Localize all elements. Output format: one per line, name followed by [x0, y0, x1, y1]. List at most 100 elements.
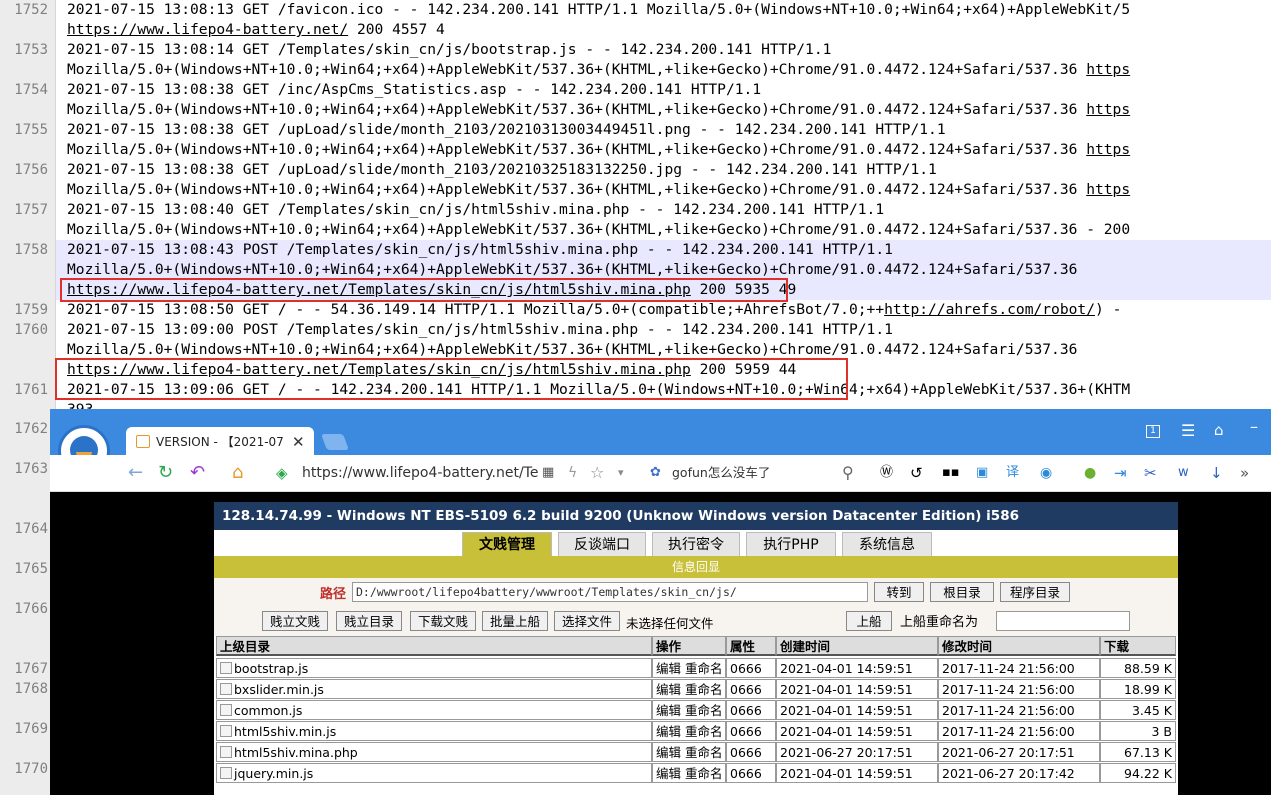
cell-text: 2021-06-27 20:17:51 [942, 745, 1075, 760]
cell-name[interactable]: html5shiv.min.js [216, 721, 652, 741]
cell-ops[interactable]: 编辑 重命名 [652, 658, 726, 678]
download-file-button[interactable]: 下载文贱 [410, 611, 476, 631]
menu-icon[interactable]: ☰ [1181, 421, 1195, 440]
flash-icon[interactable]: ϟ [568, 455, 577, 491]
new-tab-button[interactable] [321, 434, 349, 450]
cell-text: html5shiv.mina.php [234, 745, 358, 760]
cell-text: 2017-11-24 21:56:00 [942, 703, 1075, 718]
log-link[interactable]: https [1086, 61, 1130, 78]
dropdown-icon[interactable]: ▾ [618, 455, 624, 491]
cell-ops[interactable]: 编辑 重命名 [652, 679, 726, 699]
address-bar[interactable]: https://www.lifepo4-battery.net/Te [302, 455, 538, 491]
ext-glasses-icon[interactable]: ▪▪ [942, 455, 960, 491]
home-icon[interactable]: ⌂ [232, 455, 243, 491]
cell-ops[interactable]: 编辑 重命名 [652, 742, 726, 762]
log-link[interactable]: https://www.lifepo4-battery.net/ [67, 21, 348, 38]
cell-text: jquery.min.js [234, 766, 314, 781]
tab-close-icon[interactable]: ✕ [292, 427, 305, 457]
root-dir-button[interactable]: 根目录 [930, 582, 994, 602]
cell-size: 67.13 K [1100, 742, 1176, 762]
ext-scissors-icon[interactable]: ✂ [1144, 455, 1157, 491]
search-icon[interactable]: ⚲ [842, 455, 854, 491]
cell-text: 2021-04-01 14:59:51 [780, 766, 913, 781]
ext-sync-icon[interactable]: ↺ [910, 455, 923, 491]
file-checkbox[interactable] [220, 683, 232, 695]
ext-word-icon[interactable]: w [1178, 455, 1189, 491]
tab-exec-php[interactable]: 执行PHP [746, 532, 836, 557]
shell-tabs: 文贱管理 反谈端口 执行密令 执行PHP 系统信息 [214, 530, 1178, 557]
column-header: 操作 [652, 636, 726, 656]
refresh-icon[interactable]: ↻ [158, 455, 173, 491]
program-dir-button[interactable]: 程序目录 [1000, 582, 1070, 602]
upload-button[interactable]: 上船 [846, 611, 892, 631]
tab-file-manager[interactable]: 文贱管理 [462, 532, 552, 557]
cell-text: bootstrap.js [234, 661, 309, 676]
skin-icon[interactable]: ⌂ [1214, 421, 1224, 439]
log-link[interactable]: https [1086, 101, 1130, 118]
cell-name[interactable]: bxslider.min.js [216, 679, 652, 699]
grid-icon[interactable]: ▦ [542, 455, 554, 491]
log-line: Mozilla/5.0+(Windows+NT+10.0;+Win64;+x64… [67, 220, 1130, 240]
back-icon[interactable]: ← [128, 455, 143, 491]
file-checkbox[interactable] [220, 704, 232, 716]
ext-translate-icon[interactable]: 译 [1006, 455, 1019, 491]
cell-name[interactable]: bootstrap.js [216, 658, 652, 678]
tab-exec-command[interactable]: 执行密令 [652, 532, 740, 557]
search-suggestion[interactable]: gofun怎么没车了 [672, 455, 770, 491]
path-input[interactable]: D:/wwwroot/lifepo4battery/wwwroot/Templa… [352, 582, 868, 602]
cell-ops[interactable]: 编辑 重命名 [652, 721, 726, 741]
column-header: 修改时间 [938, 636, 1100, 656]
log-link[interactable]: https [1086, 181, 1130, 198]
log-link[interactable]: https [1086, 141, 1130, 158]
cell-name[interactable]: common.js [216, 700, 652, 720]
goto-button[interactable]: 转到 [874, 582, 924, 602]
cell-size: 18.99 K [1100, 679, 1176, 699]
log-line: 2021-07-15 13:08:50 GET / - - 54.36.149.… [67, 300, 1121, 320]
ext-capture-icon[interactable]: ▣ [976, 455, 988, 491]
star-icon[interactable]: ☆ [590, 455, 604, 491]
cell-attr: 0666 [726, 742, 776, 762]
cell-text: 2021-04-01 14:59:51 [780, 724, 913, 739]
file-checkbox[interactable] [220, 767, 232, 779]
shell-header: 128.14.74.99 - Windows NT EBS-5109 6.2 b… [214, 502, 1178, 530]
cell-text: 2021-04-01 14:59:51 [780, 703, 913, 718]
ext-leaf-icon[interactable]: ● [1084, 455, 1096, 491]
new-dir-button[interactable]: 贱立目录 [336, 611, 402, 631]
ext-login-icon[interactable]: ⇥ [1114, 455, 1127, 491]
cell-name[interactable]: html5shiv.mina.php [216, 742, 652, 762]
minimize-icon[interactable]: – [1250, 417, 1258, 436]
file-checkbox[interactable] [220, 662, 232, 674]
column-header: 属性 [726, 636, 776, 656]
file-checkbox[interactable] [220, 746, 232, 758]
undo-icon[interactable]: ↶ [190, 455, 205, 491]
tab-system-info[interactable]: 系统信息 [842, 532, 932, 557]
log-text: Mozilla/5.0+(Windows+NT+10.0;+Win64;+x64… [67, 101, 1087, 118]
line-number: 1756 [14, 162, 48, 178]
cell-ops[interactable]: 编辑 重命名 [652, 700, 726, 720]
ext-w-icon[interactable]: Ⓦ [880, 455, 893, 491]
log-link[interactable]: http://ahrefs.com/robot/ [884, 301, 1095, 318]
log-text: 200 4557 4 [348, 21, 445, 38]
cell-text: 2021-04-01 14:59:51 [780, 682, 913, 697]
rename-input[interactable] [996, 611, 1130, 631]
column-header[interactable]: 上级目录 [216, 636, 652, 656]
ext-screenshot-icon[interactable]: ◉ [1040, 455, 1052, 491]
tab-reverse-port[interactable]: 反谈端口 [558, 532, 646, 557]
line-number: 1754 [14, 82, 48, 98]
sidebar-toggle-icon[interactable]: 1 [1146, 425, 1160, 438]
browser-window: VERSION - 【2021-07 ✕ 1 ☰ ⌂ – ← ↻ ↶ ⌂ ◈ h… [50, 409, 1271, 795]
batch-upload-button[interactable]: 批量上船 [482, 611, 548, 631]
cell-attr: 0666 [726, 658, 776, 678]
tab-title: VERSION - 【2021-07 [156, 435, 284, 449]
ext-overflow-icon[interactable]: » [1240, 455, 1249, 491]
cell-ops[interactable]: 编辑 重命名 [652, 763, 726, 783]
cell-name[interactable]: jquery.min.js [216, 763, 652, 783]
cell-text: common.js [234, 703, 303, 718]
choose-file-button[interactable]: 选择文件 [554, 611, 620, 631]
file-checkbox[interactable] [220, 725, 232, 737]
new-file-button[interactable]: 贱立文贱 [262, 611, 328, 631]
cell-text: 94.22 K [1124, 766, 1172, 781]
ext-more-icon[interactable]: ↓ [1210, 455, 1223, 491]
browser-tab[interactable]: VERSION - 【2021-07 ✕ [126, 427, 314, 457]
cell-created: 2021-04-01 14:59:51 [776, 721, 938, 741]
